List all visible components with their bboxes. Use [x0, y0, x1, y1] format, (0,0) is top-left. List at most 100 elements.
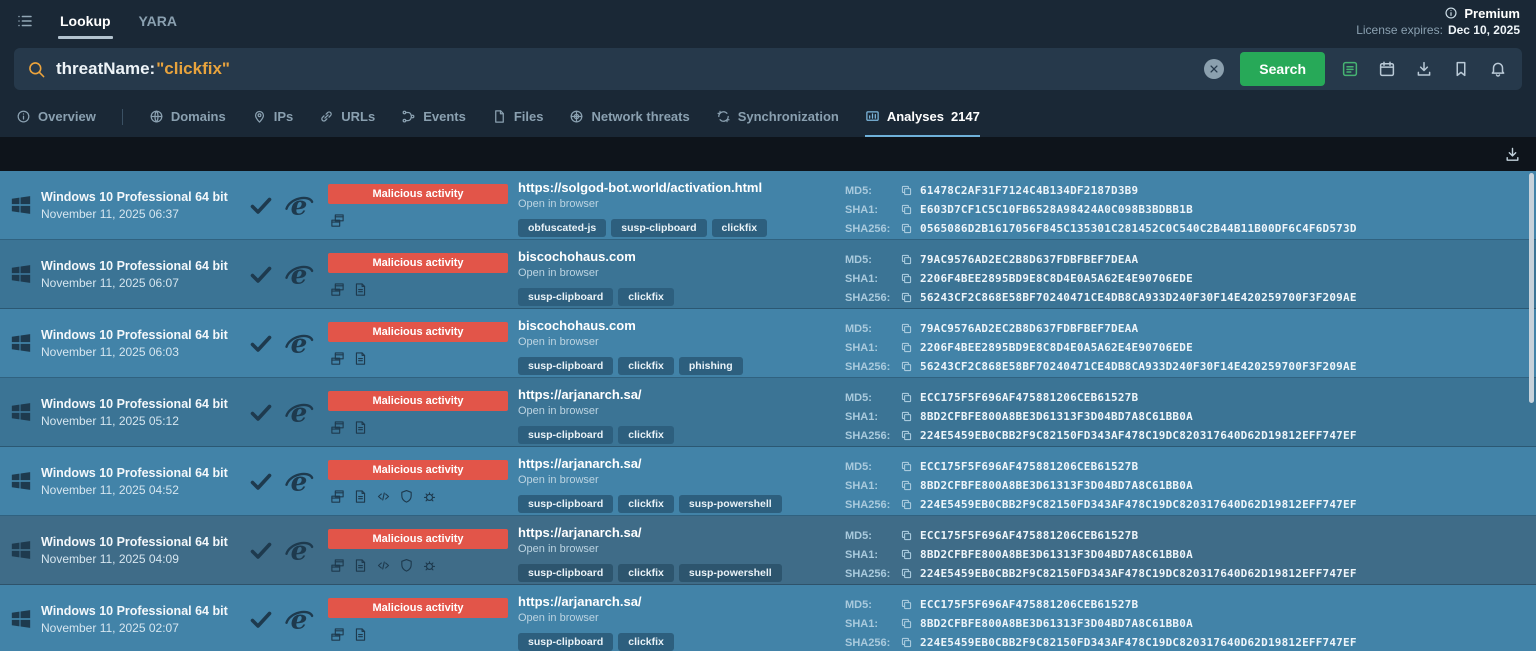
tag-clickfix[interactable]: clickfix — [618, 495, 674, 513]
analysis-row[interactable]: Windows 10 Professional 64 bit November … — [0, 516, 1536, 585]
tag-susp-powershell[interactable]: susp-powershell — [679, 564, 782, 582]
os-name: Windows 10 Professional 64 bit — [41, 397, 228, 411]
bell-icon[interactable] — [1489, 60, 1507, 78]
query-list-icon[interactable] — [1341, 60, 1359, 78]
scrollbar-thumb[interactable] — [1529, 173, 1534, 403]
os-name: Windows 10 Professional 64 bit — [41, 466, 228, 480]
account-area: Premium License expires:Dec 10, 2025 — [1356, 6, 1520, 37]
copy-hash-icon[interactable] — [900, 360, 913, 373]
clear-search-button[interactable] — [1204, 59, 1224, 79]
search-button[interactable]: Search — [1240, 52, 1325, 86]
copy-hash-icon[interactable] — [900, 410, 913, 423]
analysis-url[interactable]: biscochohaus.com — [518, 318, 636, 333]
analysis-url[interactable]: biscochohaus.com — [518, 249, 636, 264]
copy-hash-icon[interactable] — [900, 203, 913, 216]
tag-obfuscated-js[interactable]: obfuscated-js — [518, 219, 606, 237]
analysis-date: November 11, 2025 02:07 — [41, 621, 228, 635]
open-in-browser-link[interactable]: Open in browser — [518, 336, 599, 348]
tab-label: Network threats — [591, 109, 689, 124]
sha1-line: SHA1: 2206F4BEE2895BD9E8C8D4E0A5A62E4E90… — [845, 338, 1536, 357]
copy-hash-icon[interactable] — [900, 598, 913, 611]
copy-hash-icon[interactable] — [900, 253, 913, 266]
tab-ips[interactable]: IPs — [252, 96, 294, 137]
copy-hash-icon[interactable] — [900, 184, 913, 197]
copy-hash-icon[interactable] — [900, 272, 913, 285]
analysis-url[interactable]: https://arjanarch.sa/ — [518, 456, 642, 471]
analysis-row[interactable]: Windows 10 Professional 64 bit November … — [0, 447, 1536, 516]
tag-susp-clipboard[interactable]: susp-clipboard — [518, 288, 613, 306]
copy-hash-icon[interactable] — [900, 636, 913, 649]
analysis-row[interactable]: Windows 10 Professional 64 bit November … — [0, 378, 1536, 447]
tab-yara[interactable]: YARA — [137, 0, 179, 42]
open-in-browser-link[interactable]: Open in browser — [518, 267, 599, 279]
bookmark-icon[interactable] — [1452, 60, 1470, 78]
analysis-row[interactable]: Windows 10 Professional 64 bit November … — [0, 240, 1536, 309]
search-input[interactable]: threatName:"clickfix" — [56, 59, 1194, 79]
tag-susp-powershell[interactable]: susp-powershell — [679, 495, 782, 513]
tag-clickfix[interactable]: clickfix — [712, 219, 768, 237]
sha1-line: SHA1: 8BD2CFBFE800A8BE3D61313F3D04BD7A8C… — [845, 614, 1536, 633]
copy-hash-icon[interactable] — [900, 341, 913, 354]
copy-hash-icon[interactable] — [900, 498, 913, 511]
analysis-url[interactable]: https://arjanarch.sa/ — [518, 387, 642, 402]
copy-hash-icon[interactable] — [900, 429, 913, 442]
tag-susp-clipboard[interactable]: susp-clipboard — [518, 564, 613, 582]
export-results-icon[interactable] — [1504, 146, 1521, 163]
analysis-url[interactable]: https://arjanarch.sa/ — [518, 594, 642, 609]
tag-clickfix[interactable]: clickfix — [618, 564, 674, 582]
tag-susp-clipboard[interactable]: susp-clipboard — [518, 426, 613, 444]
analysis-url[interactable]: https://solgod-bot.world/activation.html — [518, 180, 762, 195]
analysis-row[interactable]: Windows 10 Professional 64 bit November … — [0, 585, 1536, 651]
copy-hash-icon[interactable] — [900, 567, 913, 580]
analysis-url[interactable]: https://arjanarch.sa/ — [518, 525, 642, 540]
tab-overview[interactable]: Overview — [16, 96, 96, 137]
open-in-browser-link[interactable]: Open in browser — [518, 474, 599, 486]
tag-clickfix[interactable]: clickfix — [618, 633, 674, 651]
copy-hash-icon[interactable] — [900, 460, 913, 473]
tab-network-threats[interactable]: Network threats — [569, 96, 689, 137]
tab-files[interactable]: Files — [492, 96, 544, 137]
copy-hash-icon[interactable] — [900, 617, 913, 630]
download-icon[interactable] — [1415, 60, 1433, 78]
sha256-line: SHA256: 224E5459EB0CBB2F9C82150FD343AF47… — [845, 564, 1536, 583]
tag-susp-clipboard[interactable]: susp-clipboard — [518, 357, 613, 375]
os-cell: Windows 10 Professional 64 bit November … — [10, 240, 238, 308]
tab-analyses[interactable]: Analyses2147 — [865, 96, 980, 137]
os-name: Windows 10 Professional 64 bit — [41, 259, 228, 273]
copy-hash-icon[interactable] — [900, 548, 913, 561]
sha256-line: SHA256: 56243CF2C868E58BF70240471CE4DB8C… — [845, 357, 1536, 376]
target-cell: biscochohaus.com Open in browser susp-cl… — [518, 309, 845, 377]
open-in-browser-link[interactable]: Open in browser — [518, 198, 599, 210]
tag-clickfix[interactable]: clickfix — [618, 288, 674, 306]
tab-lookup[interactable]: Lookup — [58, 0, 113, 42]
tag-susp-clipboard[interactable]: susp-clipboard — [611, 219, 706, 237]
md5-value: 61478C2AF31F7124C4B134DF2187D3B9 — [920, 184, 1138, 197]
open-in-browser-link[interactable]: Open in browser — [518, 543, 599, 555]
copy-hash-icon[interactable] — [900, 291, 913, 304]
copy-hash-icon[interactable] — [900, 529, 913, 542]
tab-urls[interactable]: URLs — [319, 96, 375, 137]
calendar-icon[interactable] — [1378, 60, 1396, 78]
license-expiry: License expires:Dec 10, 2025 — [1356, 23, 1520, 37]
analysis-row[interactable]: Windows 10 Professional 64 bit November … — [0, 171, 1536, 240]
copy-hash-icon[interactable] — [900, 222, 913, 235]
tab-synchronization[interactable]: Synchronization — [716, 96, 839, 137]
search-toolbar — [1341, 60, 1509, 78]
svg-text:e: e — [291, 190, 308, 220]
tag-clickfix[interactable]: clickfix — [618, 426, 674, 444]
tab-domains[interactable]: Domains — [149, 96, 226, 137]
menu-icon[interactable] — [16, 12, 34, 30]
tag-susp-clipboard[interactable]: susp-clipboard — [518, 633, 613, 651]
analysis-row[interactable]: Windows 10 Professional 64 bit November … — [0, 309, 1536, 378]
copy-hash-icon[interactable] — [900, 391, 913, 404]
sha256-label: SHA256: — [845, 223, 893, 235]
tag-clickfix[interactable]: clickfix — [618, 357, 674, 375]
tab-label: Events — [423, 109, 466, 124]
copy-hash-icon[interactable] — [900, 479, 913, 492]
tag-phishing[interactable]: phishing — [679, 357, 743, 375]
open-in-browser-link[interactable]: Open in browser — [518, 405, 599, 417]
copy-hash-icon[interactable] — [900, 322, 913, 335]
tag-susp-clipboard[interactable]: susp-clipboard — [518, 495, 613, 513]
tab-events[interactable]: Events — [401, 96, 466, 137]
open-in-browser-link[interactable]: Open in browser — [518, 612, 599, 624]
